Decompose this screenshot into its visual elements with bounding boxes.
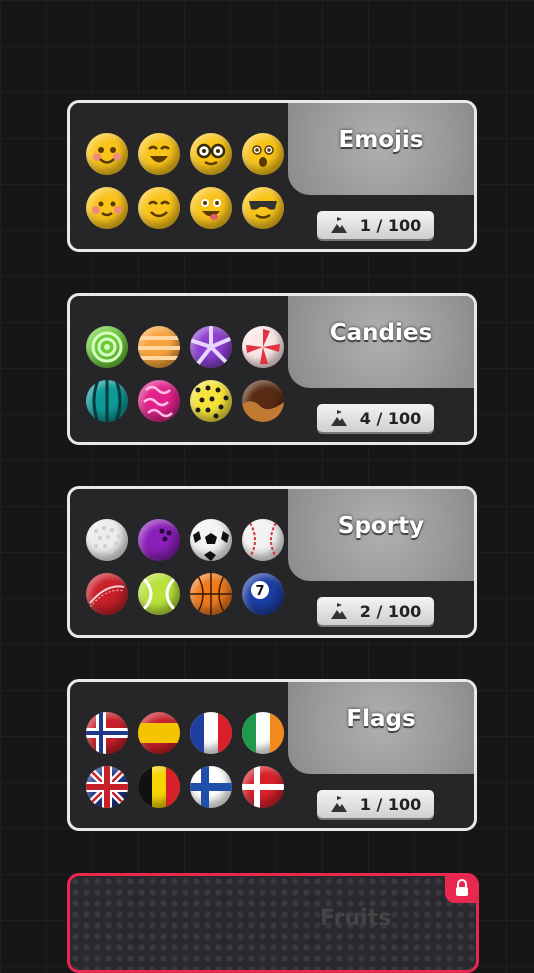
lock-icon <box>456 879 468 896</box>
candy-pink-wave-ball <box>138 380 180 422</box>
candy-peppermint-ball <box>242 326 284 368</box>
ball-preview-grid: 7 <box>86 519 290 619</box>
mountain-flag-icon <box>330 410 347 426</box>
progress-text: 1 / 100 <box>359 794 422 814</box>
candy-dotted-ball <box>190 380 232 422</box>
ball-preview-grid <box>86 712 290 812</box>
locked-overlay <box>70 876 476 970</box>
ball-preview-grid <box>86 133 290 233</box>
soccer-ball <box>190 519 232 561</box>
candy-teal-stripe-ball <box>86 380 128 422</box>
bowling-ball <box>138 519 180 561</box>
emoji-tongue-ball <box>190 187 232 229</box>
emoji-nerd-ball <box>190 133 232 175</box>
flag-norway-ball <box>86 712 128 754</box>
basketball-ball <box>190 573 232 615</box>
progress-badge: 1 / 100 <box>317 211 434 239</box>
lock-badge <box>445 876 476 903</box>
baseball-ball <box>242 519 284 561</box>
category-title: Emojis <box>338 127 424 153</box>
emoji-cool-ball <box>242 187 284 229</box>
locked-category-title: Fruits <box>320 906 392 931</box>
golf-ball <box>86 519 128 561</box>
candy-purple-swirl-ball <box>190 326 232 368</box>
flag-ireland-ball <box>242 712 284 754</box>
svg-text:7: 7 <box>255 584 264 599</box>
progress-text: 1 / 100 <box>359 215 422 235</box>
flag-belgium-ball <box>138 766 180 808</box>
category-card-sporty[interactable]: 7 Sporty 2 / 100 <box>67 486 477 638</box>
mountain-flag-icon <box>330 796 347 812</box>
candy-orange-stripe-ball <box>138 326 180 368</box>
flag-finland-ball <box>190 766 232 808</box>
mountain-flag-icon <box>330 217 347 233</box>
candy-chocolate-ball <box>242 380 284 422</box>
pool-ball-seven: 7 <box>242 573 284 615</box>
emoji-smile-ball <box>86 187 128 229</box>
cricket-ball <box>86 573 128 615</box>
category-title: Flags <box>346 706 416 732</box>
mountain-flag-icon <box>330 603 347 619</box>
emoji-surprised-ball <box>242 133 284 175</box>
category-card-emojis[interactable]: Emojis 1 / 100 <box>67 100 477 252</box>
ball-preview-grid <box>86 326 290 426</box>
candy-swirl-green-ball <box>86 326 128 368</box>
emoji-laugh-ball <box>138 133 180 175</box>
emoji-blush-ball <box>86 133 128 175</box>
flag-uk-ball <box>86 766 128 808</box>
category-title: Sporty <box>337 513 425 539</box>
tennis-ball <box>138 573 180 615</box>
category-card-candies[interactable]: Candies 4 / 100 <box>67 293 477 445</box>
emoji-content-ball <box>138 187 180 229</box>
flag-spain-ball <box>138 712 180 754</box>
progress-text: 4 / 100 <box>359 408 422 428</box>
flag-france-ball <box>190 712 232 754</box>
flag-denmark-ball <box>242 766 284 808</box>
category-title: Candies <box>329 320 433 346</box>
progress-badge: 4 / 100 <box>317 404 434 432</box>
progress-badge: 2 / 100 <box>317 597 434 625</box>
category-card-locked[interactable]: Fruits <box>67 873 479 973</box>
category-card-flags[interactable]: Flags 1 / 100 <box>67 679 477 831</box>
progress-badge: 1 / 100 <box>317 790 434 818</box>
progress-text: 2 / 100 <box>359 601 422 621</box>
